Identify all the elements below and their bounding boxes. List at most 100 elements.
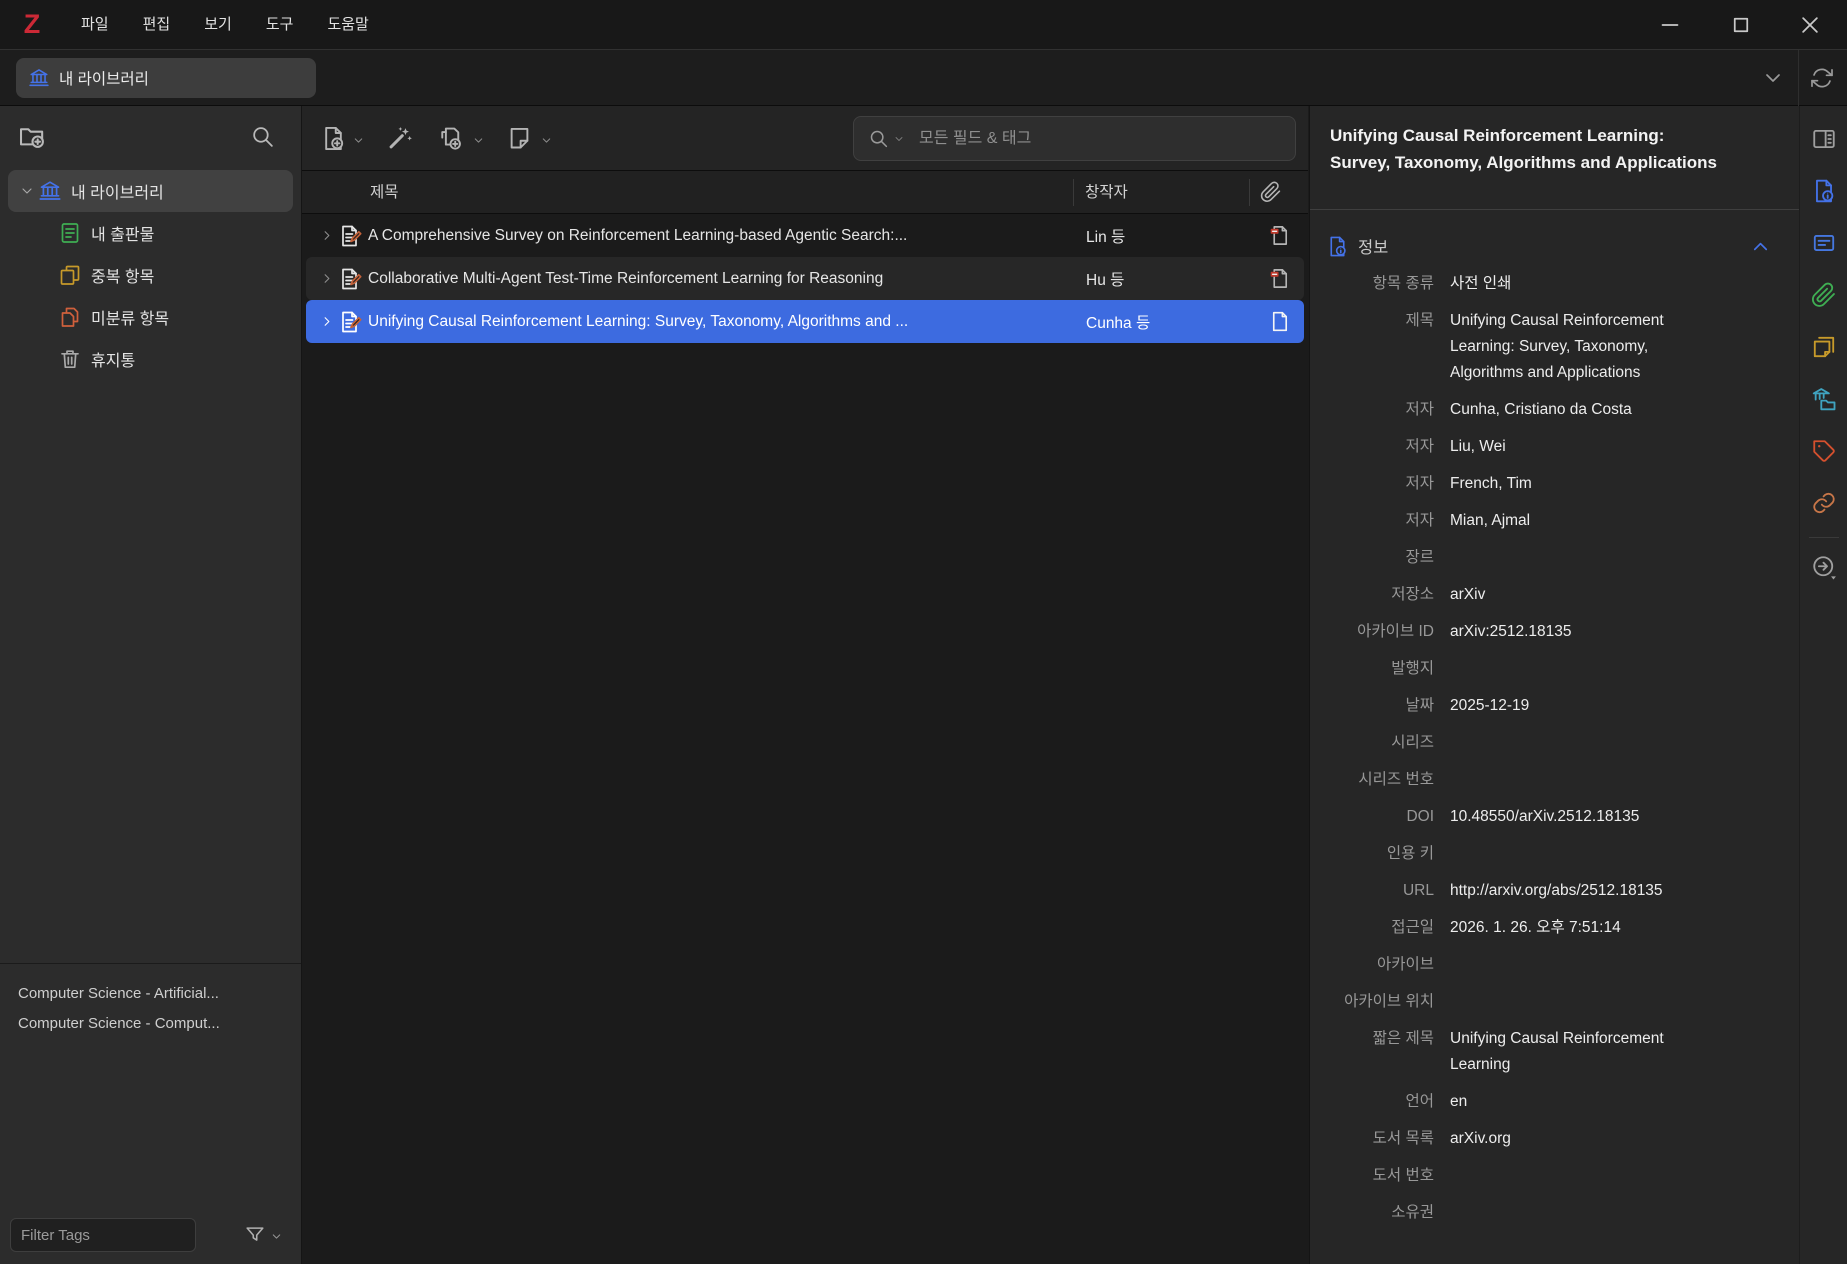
chevron-down-icon[interactable] [352, 134, 365, 147]
search-icon[interactable] [250, 124, 275, 149]
field-value[interactable]: arXiv [1450, 582, 1700, 608]
field-value[interactable] [1450, 767, 1700, 793]
tag-filter-input[interactable] [10, 1218, 196, 1252]
menu-item[interactable]: 보기 [187, 0, 249, 49]
info-section-header[interactable]: 정보 [1326, 234, 1781, 258]
field-value[interactable] [1450, 730, 1700, 756]
item-title-cell: A Comprehensive Survey on Reinforcement … [368, 227, 1082, 245]
maximize-icon[interactable] [1726, 10, 1756, 40]
field-value[interactable]: 2026. 1. 26. 오후 7:51:14 [1450, 915, 1700, 941]
sidebar-collection-row[interactable]: 내 출판물 [8, 212, 293, 254]
quick-search-box[interactable] [853, 116, 1296, 161]
add-attachment-icon[interactable] [438, 125, 465, 152]
tab-list-chevron-icon[interactable] [1761, 66, 1785, 90]
field-value[interactable]: 2025-12-19 [1450, 693, 1700, 719]
collection-icon [58, 263, 82, 287]
chevron-down-icon[interactable] [270, 1230, 283, 1243]
item-title: Unifying Causal Reinforcement Learning: … [1330, 122, 1718, 176]
info-field-row: 도서 번호 [1310, 1163, 1799, 1189]
sync-icon[interactable] [1810, 66, 1834, 90]
twisty-chevron-icon[interactable] [318, 271, 336, 286]
field-value[interactable] [1450, 545, 1700, 571]
field-value[interactable]: 10.48550/arXiv.2512.18135 [1450, 804, 1700, 830]
info-field-row: 시리즈 번호 [1310, 767, 1799, 793]
locate-icon[interactable] [1811, 554, 1837, 580]
notes-section-icon[interactable] [1811, 334, 1837, 360]
field-value[interactable]: French, Tim [1450, 471, 1700, 497]
field-value[interactable]: Unifying Causal Reinforcement Learning: … [1450, 308, 1700, 386]
menu-item[interactable]: 도움말 [310, 0, 385, 49]
info-field-row: 날짜 2025-12-19 [1310, 693, 1799, 719]
twisty-chevron-icon[interactable] [318, 228, 336, 243]
field-label: 시리즈 번호 [1310, 767, 1450, 793]
field-value[interactable]: en [1450, 1089, 1700, 1115]
field-value[interactable] [1450, 989, 1700, 1015]
tab-bar: 내 라이브러리 [0, 50, 1847, 106]
attachments-section-icon[interactable] [1811, 282, 1837, 308]
field-value[interactable]: Mian, Ajmal [1450, 508, 1700, 534]
field-value[interactable] [1450, 952, 1700, 978]
tag-selector-item[interactable]: Computer Science - Comput... [18, 1009, 301, 1039]
field-value[interactable]: Unifying Causal Reinforcement Learning [1450, 1026, 1700, 1078]
abstract-section-icon[interactable] [1811, 230, 1837, 256]
field-value[interactable]: arXiv:2512.18135 [1450, 619, 1700, 645]
toggle-item-pane-icon[interactable] [1811, 126, 1837, 152]
info-field-row: 인용 키 [1310, 841, 1799, 867]
info-field-row: 아카이브 ID arXiv:2512.18135 [1310, 619, 1799, 645]
funnel-icon[interactable] [244, 1224, 266, 1246]
info-field-row: 저자 Cunha, Cristiano da Costa [1310, 397, 1799, 423]
field-value[interactable]: Liu, Wei [1450, 434, 1700, 460]
twisty-chevron-icon[interactable] [16, 183, 38, 199]
column-header-creator[interactable]: 창작자 [1085, 171, 1128, 214]
menu-item[interactable]: 파일 [64, 0, 126, 49]
tag-selector-item[interactable]: Computer Science - Artificial... [18, 979, 301, 1009]
tab-my-library[interactable]: 내 라이브러리 [16, 58, 316, 98]
collection-label: 내 출판물 [91, 221, 154, 245]
field-value[interactable] [1450, 841, 1700, 867]
collection-label: 미분류 항목 [91, 305, 169, 329]
column-divider[interactable] [1073, 179, 1074, 206]
field-value[interactable] [1450, 1200, 1700, 1226]
menu-item[interactable]: 편집 [126, 0, 188, 49]
sidebar-collection-row[interactable]: 내 라이브러리 [8, 170, 293, 212]
field-value[interactable]: 사전 인쇄 [1450, 271, 1700, 297]
info-field-row: 소유권 [1310, 1200, 1799, 1226]
chevron-down-icon[interactable] [540, 134, 553, 147]
info-section-icon[interactable] [1811, 178, 1837, 204]
field-value[interactable]: http://arxiv.org/abs/2512.18135 [1450, 878, 1700, 904]
chevron-up-icon[interactable] [1749, 235, 1772, 258]
twisty-chevron-icon[interactable] [318, 314, 336, 329]
sidebar-collection-row[interactable]: 중복 항목 [8, 254, 293, 296]
menu-item[interactable]: 도구 [249, 0, 311, 49]
table-row[interactable]: Collaborative Multi-Agent Test-Time Rein… [306, 257, 1304, 300]
field-value[interactable]: Cunha, Cristiano da Costa [1450, 397, 1700, 423]
new-note-icon[interactable] [506, 125, 533, 152]
tag-selector-pane: Computer Science - Artificial...Computer… [0, 963, 301, 1264]
library-icon [28, 67, 50, 89]
table-row[interactable]: A Comprehensive Survey on Reinforcement … [306, 214, 1304, 257]
window-titlebar: Z 파일편집보기도구도움말 [0, 0, 1847, 50]
sidebar-collection-row[interactable]: 휴지통 [8, 338, 293, 380]
info-field-row: 아카이브 위치 [1310, 989, 1799, 1015]
libraries-collections-section-icon[interactable] [1811, 386, 1837, 412]
sidebar-collection-row[interactable]: 미분류 항목 [8, 296, 293, 338]
add-by-identifier-wand-icon[interactable] [386, 125, 413, 152]
field-label: 인용 키 [1310, 841, 1450, 867]
column-divider[interactable] [1249, 179, 1250, 206]
new-collection-icon[interactable] [18, 122, 47, 151]
related-section-icon[interactable] [1811, 490, 1837, 516]
minimize-icon[interactable] [1655, 10, 1685, 40]
tags-section-icon[interactable] [1811, 438, 1837, 464]
paperclip-icon[interactable] [1260, 181, 1282, 203]
field-value[interactable] [1450, 656, 1700, 682]
info-field-row: 발행지 [1310, 656, 1799, 682]
chevron-down-icon[interactable] [472, 134, 485, 147]
field-value[interactable] [1450, 1163, 1700, 1189]
quick-search-input[interactable] [919, 130, 1295, 148]
close-icon[interactable] [1795, 10, 1825, 40]
new-item-icon[interactable] [320, 125, 347, 152]
field-value[interactable]: arXiv.org [1450, 1126, 1700, 1152]
chevron-down-icon[interactable] [893, 133, 905, 145]
table-row[interactable]: Unifying Causal Reinforcement Learning: … [306, 300, 1304, 343]
column-header-title[interactable]: 제목 [370, 171, 399, 214]
